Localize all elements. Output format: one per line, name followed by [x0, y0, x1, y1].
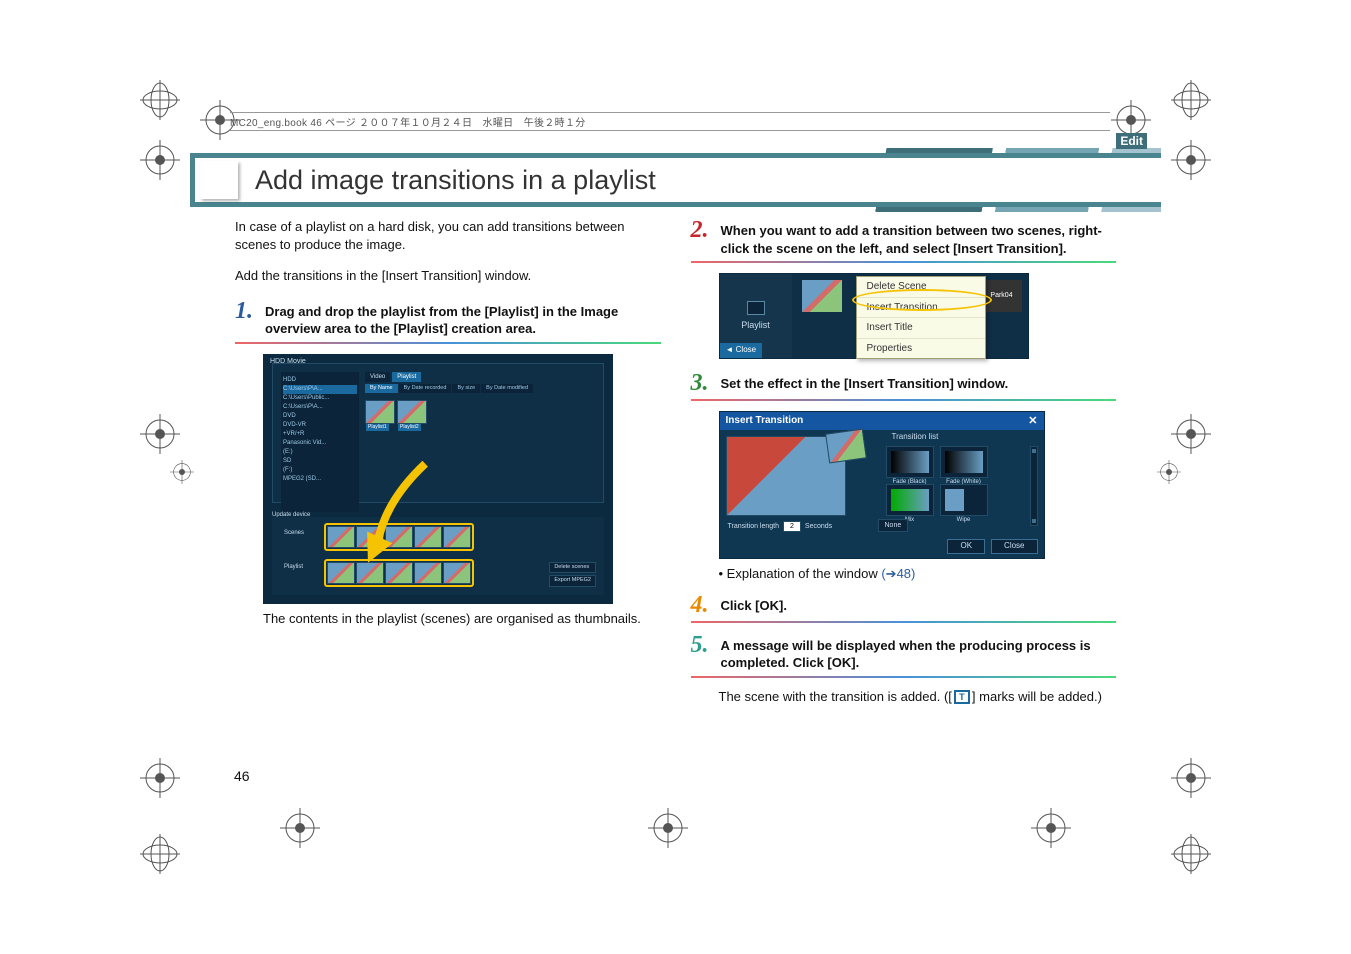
page-number: 46: [234, 768, 250, 784]
page-title-bar: Add image transitions in a playlist: [190, 153, 1161, 207]
step-3: 3. Set the effect in the [Insert Transit…: [691, 371, 1117, 395]
transition-length-row: Transition length 2 Seconds: [728, 521, 833, 532]
divider-rule: [691, 261, 1117, 263]
step-5: 5. A message will be displayed when the …: [691, 633, 1117, 672]
step-4-text: Click [OK].: [721, 593, 1117, 617]
section-tab-label: Edit: [1116, 133, 1147, 149]
left-column: In case of a playlist on a hard disk, yo…: [235, 218, 661, 705]
divider-rule: [235, 342, 661, 344]
scene-thumbnail: [802, 280, 842, 312]
playlist-icon: [747, 301, 765, 315]
page-link-48[interactable]: (➔48): [881, 566, 915, 581]
transition-mark-icon: [954, 690, 970, 704]
tile-wipe[interactable]: Wipe: [940, 484, 988, 516]
dialog-title: Insert Transition: [726, 414, 804, 428]
view-tabs: Video Playlist: [365, 372, 421, 382]
register-target-icon: [140, 758, 180, 798]
crop-mark-icon: [1171, 80, 1211, 120]
step-2-text: When you want to add a transition betwee…: [721, 218, 1117, 257]
ok-button[interactable]: OK: [947, 539, 985, 554]
register-target-icon: [1031, 808, 1071, 848]
title-decor-square: [200, 161, 238, 199]
dialog-titlebar: Insert Transition ✕: [720, 412, 1044, 430]
sort-tabs: By Name By Date recorded By size By Date…: [365, 384, 533, 393]
step-3-text: Set the effect in the [Insert Transition…: [721, 371, 1117, 395]
register-target-icon: [1171, 140, 1211, 180]
tile-mix[interactable]: Mix: [886, 484, 934, 516]
divider-rule: [691, 399, 1117, 401]
step-number-4: 4.: [691, 593, 713, 617]
transition-tiles: Fade (Black) Fade (White) Mix Wipe: [886, 446, 988, 516]
playlist-label: Playlist: [284, 563, 303, 571]
register-target-icon: [140, 414, 180, 454]
menu-delete-scene[interactable]: Delete Scene: [857, 277, 985, 298]
transition-preview: [726, 436, 846, 516]
tile-fade-black[interactable]: Fade (Black): [886, 446, 934, 478]
intro-text-1: In case of a playlist on a hard disk, yo…: [235, 218, 661, 253]
menu-insert-title[interactable]: Insert Title: [857, 318, 985, 339]
print-header-line: MC20_eng.book 46 ページ ２００７年１０月２４日 水曜日 午後２…: [230, 112, 1110, 131]
bullet-explanation: • Explanation of the window (➔48): [719, 565, 1117, 583]
register-target-icon: [1157, 460, 1181, 484]
playlist-thumbnails: Playlist1 Playlist2: [365, 400, 427, 424]
length-spinner[interactable]: 2: [783, 521, 801, 532]
scrollbar[interactable]: [1030, 446, 1038, 526]
none-button[interactable]: None: [878, 519, 909, 532]
register-target-icon: [170, 460, 194, 484]
divider-rule: [691, 676, 1117, 678]
close-icon[interactable]: ✕: [1028, 414, 1037, 429]
timeline-area: Scenes Playlist Delete scenes Export MPE…: [272, 517, 604, 595]
step-1-text: Drag and drop the playlist from the [Pla…: [265, 299, 661, 338]
register-target-icon: [280, 808, 320, 848]
right-column: 2. When you want to add a transition bet…: [691, 218, 1117, 705]
step-number-2: 2.: [691, 218, 713, 257]
intro-text-2: Add the transitions in the [Insert Trans…: [235, 267, 661, 285]
step-5-text: A message will be displayed when the pro…: [721, 633, 1117, 672]
register-target-icon: [1171, 414, 1211, 454]
transition-list-label: Transition list: [892, 432, 939, 443]
playlist-label: Playlist: [741, 319, 770, 331]
crop-mark-icon: [1171, 834, 1211, 874]
step-number-5: 5.: [691, 633, 713, 672]
scenes-label: Scenes: [284, 529, 304, 537]
screenshot-context-menu: Playlist ◄ Close Park04 Delete Scene Ins…: [719, 273, 1029, 359]
register-target-icon: [1171, 758, 1211, 798]
screenshot-playlist-app: HDD Movie HDD C:\Users\P\A... C:\Users\P…: [263, 354, 613, 604]
close-button[interactable]: Close: [991, 539, 1037, 554]
step-2: 2. When you want to add a transition bet…: [691, 218, 1117, 257]
device-tree: HDD C:\Users\P\A... C:\Users\Public... C…: [281, 372, 359, 512]
context-menu[interactable]: Delete Scene Insert Transition Insert Ti…: [856, 276, 986, 359]
step-number-1: 1.: [235, 299, 257, 338]
tile-fade-white[interactable]: Fade (White): [940, 446, 988, 478]
final-note: The scene with the transition is added. …: [719, 688, 1117, 706]
register-target-icon: [140, 140, 180, 180]
crop-mark-icon: [140, 834, 180, 874]
timeline-buttons: Delete scenes Export MPEG2: [549, 562, 596, 587]
scene-thumbnail-right: Park04: [982, 280, 1022, 312]
page-title: Add image transitions in a playlist: [255, 165, 656, 196]
close-button[interactable]: ◄ Close: [720, 343, 763, 358]
screenshot-1-caption: The contents in the playlist (scenes) ar…: [263, 610, 661, 628]
menu-properties[interactable]: Properties: [857, 339, 985, 359]
menu-insert-transition[interactable]: Insert Transition: [857, 298, 985, 319]
step-1: 1. Drag and drop the playlist from the […: [235, 299, 661, 338]
step-number-3: 3.: [691, 371, 713, 395]
crop-mark-icon: [140, 80, 180, 120]
divider-rule: [691, 621, 1117, 623]
screenshot-insert-transition: Insert Transition ✕ Transition list Fade…: [719, 411, 1045, 559]
register-target-icon: [648, 808, 688, 848]
step-4: 4. Click [OK].: [691, 593, 1117, 617]
